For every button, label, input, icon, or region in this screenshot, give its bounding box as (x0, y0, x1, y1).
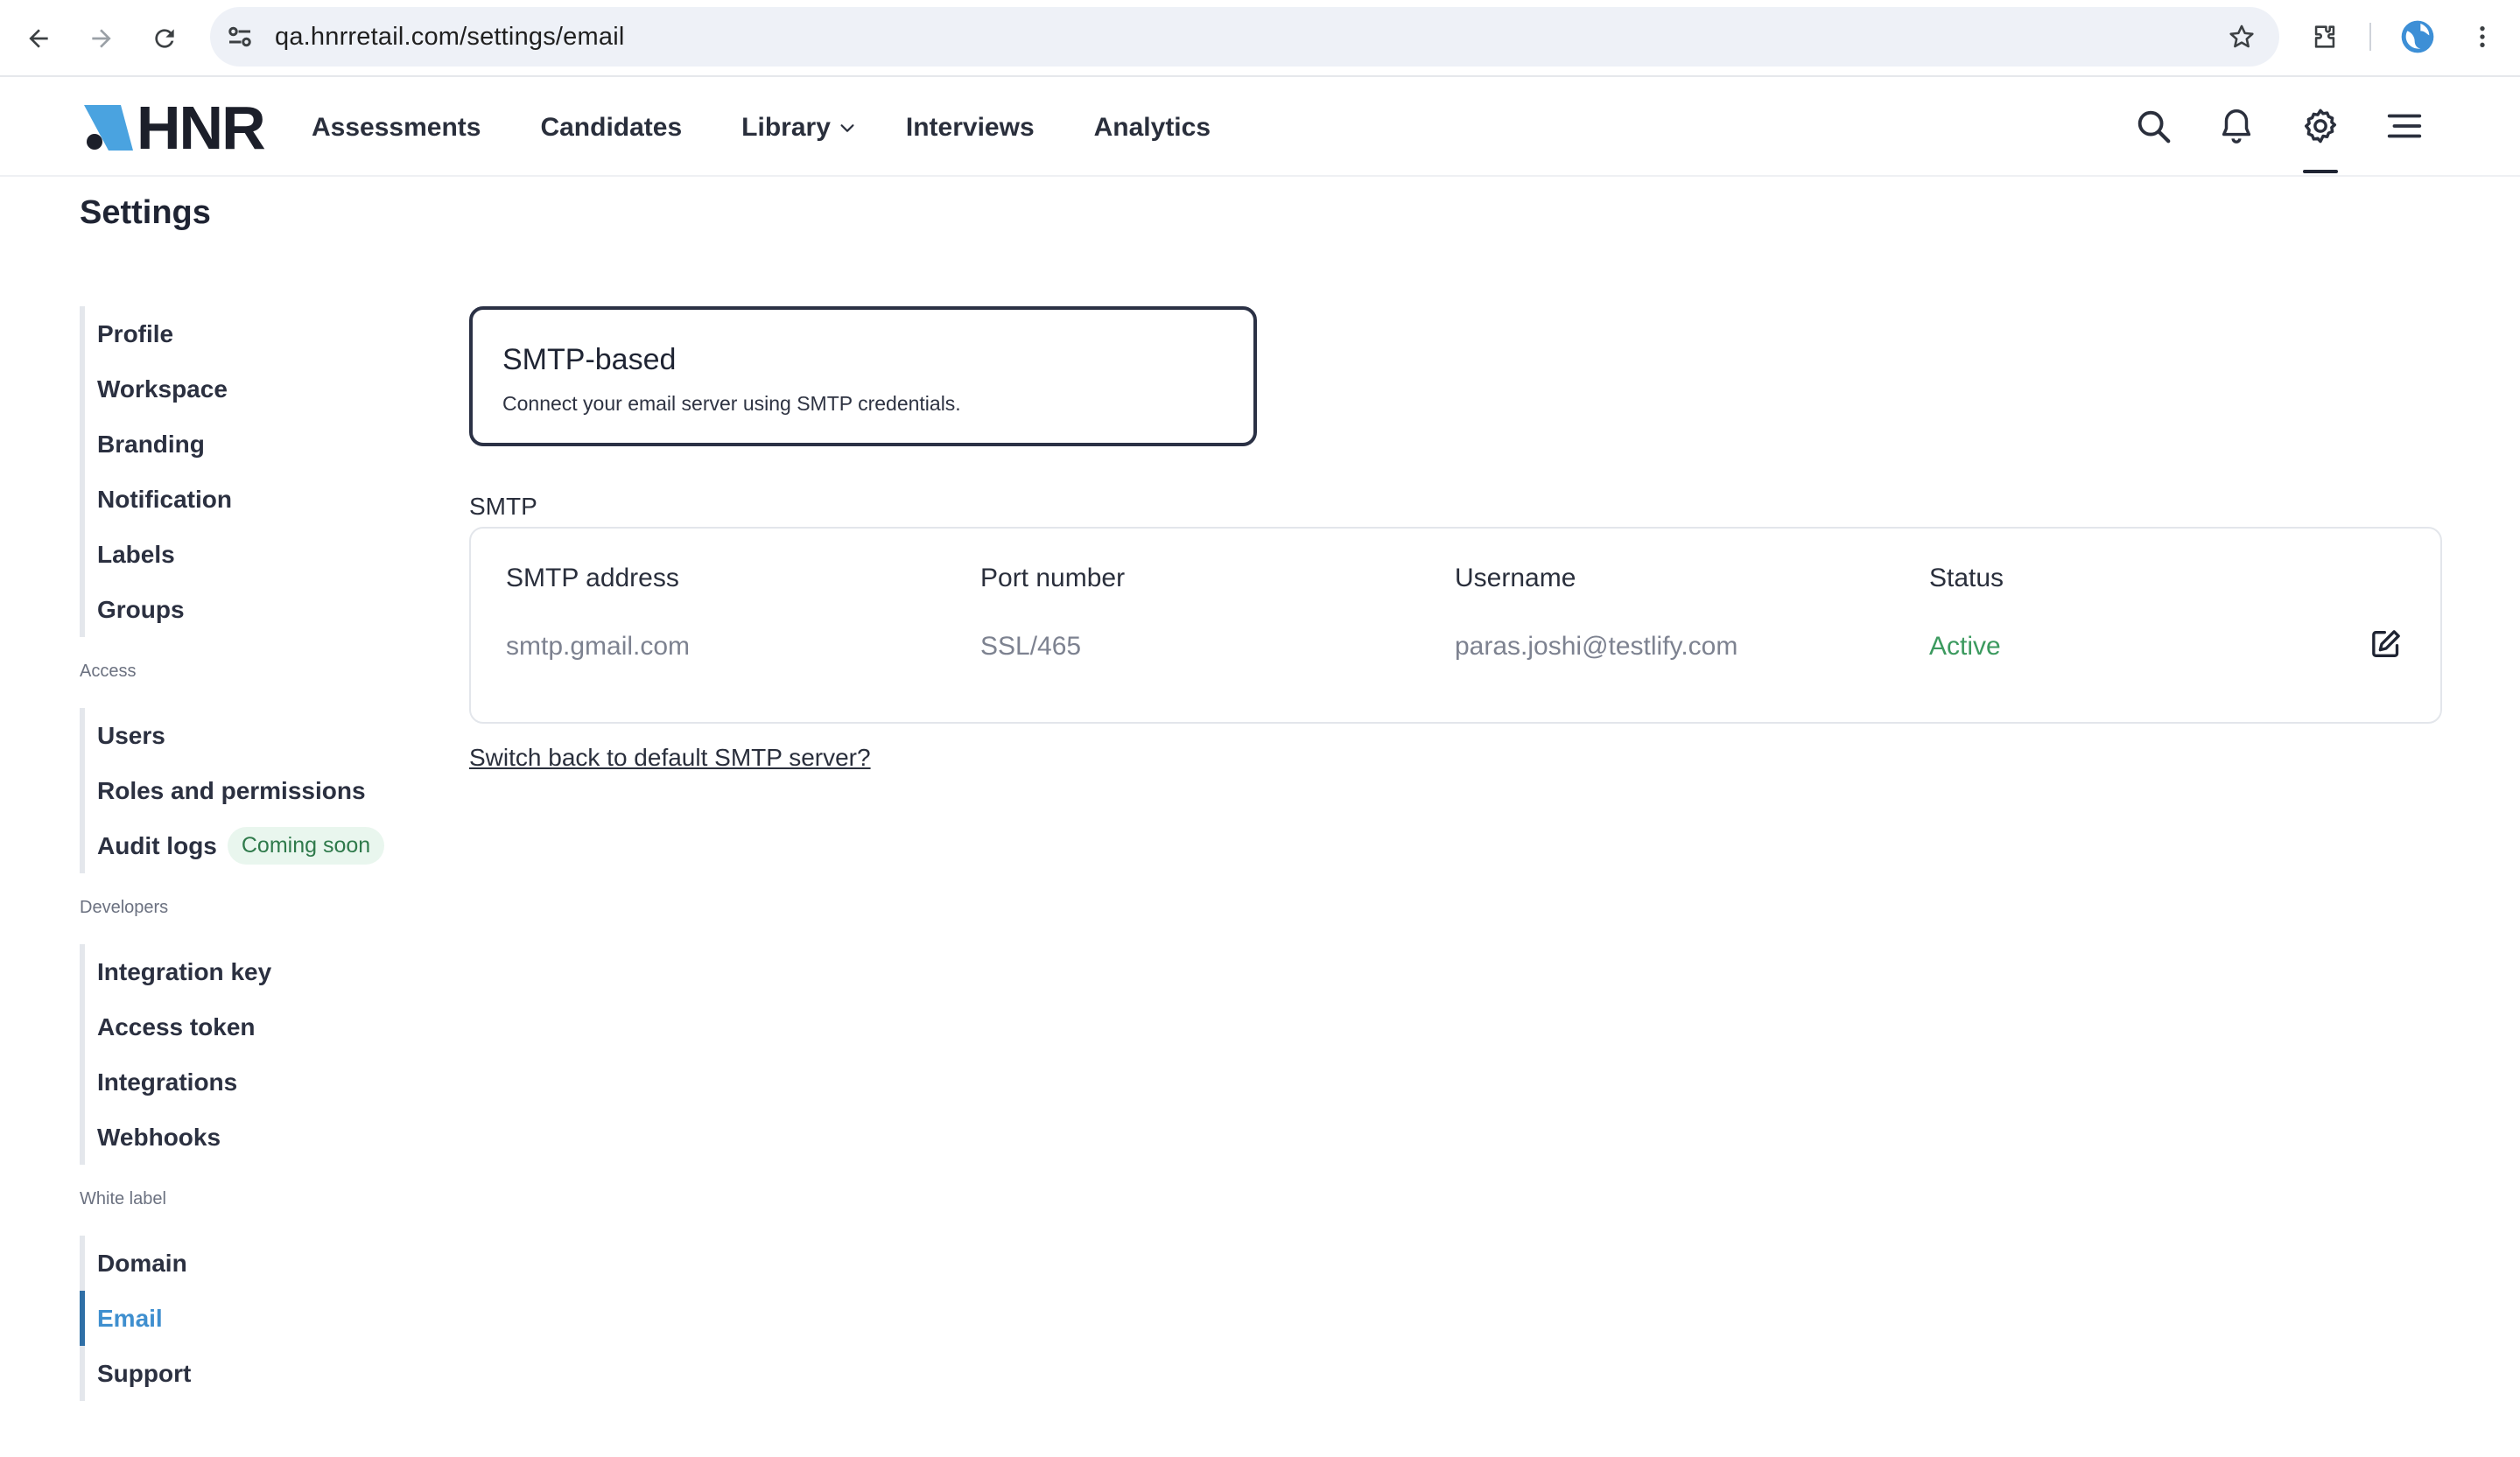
app-header: HNR Assessments Candidates Library Inter… (0, 79, 2520, 177)
sidebar-item-audit-logs-label: Audit logs (97, 831, 217, 859)
coming-soon-badge: Coming soon (227, 827, 385, 865)
bell-icon (2222, 109, 2251, 144)
menu-button[interactable] (2380, 102, 2429, 151)
notifications-button[interactable] (2212, 102, 2261, 151)
nav-assessments[interactable]: Assessments (312, 113, 481, 143)
settings-active-indicator (2303, 170, 2338, 173)
reload-icon (155, 29, 174, 48)
sidebar-group-general: Profile Workspace Branding Notification … (80, 306, 430, 637)
value-smtp-address: smtp.gmail.com (506, 632, 691, 661)
edit-icon[interactable] (2369, 627, 2404, 662)
avatar-icon (2401, 20, 2434, 53)
search-icon (2137, 110, 2171, 144)
settings-button[interactable] (2296, 102, 2345, 151)
sidebar-group-access: Users Roles and permissions Audit logs C… (80, 708, 430, 873)
nav-analytics[interactable]: Analytics (1094, 113, 1211, 143)
smtp-card-title: SMTP-based (502, 343, 677, 376)
puzzle-icon (2314, 25, 2335, 48)
sidebar-section-access: Access (80, 662, 137, 681)
switch-default-smtp-link[interactable]: Switch back to default SMTP server? (469, 744, 871, 772)
sidebar-item-labels[interactable]: Labels (85, 527, 430, 582)
sidebar-item-email[interactable]: Email (85, 1291, 430, 1346)
column-status: Status Active (1929, 564, 2004, 662)
search-button[interactable] (2129, 102, 2178, 151)
url-text[interactable]: qa.hnrretail.com/settings/email (275, 23, 624, 52)
sidebar-item-workspace[interactable]: Workspace (85, 361, 430, 417)
sidebar-section-developers: Developers (80, 898, 169, 917)
header-status: Status (1929, 564, 2004, 592)
value-port-number: SSL/465 (980, 632, 1082, 661)
sidebar-group-developers: Integration key Access token Integration… (80, 944, 430, 1165)
logo-mark-icon (84, 105, 133, 151)
profile-avatar[interactable] (2397, 16, 2439, 58)
sidebar-item-branding[interactable]: Branding (85, 417, 430, 472)
browser-toolbar: qa.hnrretail.com/settings/email (0, 0, 2520, 77)
header-username: Username (1455, 564, 1576, 592)
settings-sidebar: Profile Workspace Branding Notification … (80, 306, 430, 1401)
sidebar-item-notification[interactable]: Notification (85, 472, 430, 527)
column-username: Username paras.joshi@testlify.com (1455, 564, 1737, 662)
sidebar-item-roles[interactable]: Roles and permissions (85, 763, 430, 818)
sidebar-selected-indicator: Email (80, 1291, 430, 1346)
kebab-menu-icon (2480, 26, 2485, 47)
hamburger-menu-icon (2387, 114, 2422, 138)
logo-text: HNR (137, 94, 266, 162)
header-port-number: Port number (980, 564, 1126, 592)
site-settings-icon[interactable] (224, 21, 256, 53)
page-title: Settings (80, 194, 211, 231)
browser-menu-button[interactable] (2461, 16, 2503, 58)
hnr-logo[interactable]: HNR (82, 94, 266, 162)
address-bar[interactable]: qa.hnrretail.com/settings/email (210, 7, 2279, 67)
forward-button[interactable] (81, 18, 123, 60)
extensions-button[interactable] (2304, 16, 2346, 58)
nav-interviews[interactable]: Interviews (906, 113, 1035, 143)
arrow-left-icon (29, 29, 48, 48)
nav-library[interactable]: Library (741, 113, 857, 143)
back-button[interactable] (18, 18, 60, 60)
bookmark-star-icon[interactable] (2227, 22, 2257, 52)
column-port-number: Port number SSL/465 (980, 564, 1125, 662)
sidebar-item-access-token[interactable]: Access token (85, 999, 430, 1054)
arrow-right-icon (92, 29, 111, 48)
sidebar-item-webhooks[interactable]: Webhooks (85, 1110, 430, 1165)
reload-button[interactable] (144, 18, 186, 60)
nav-library-label: Library (741, 113, 831, 142)
toolbar-divider (2369, 23, 2371, 51)
smtp-details-table: SMTP address smtp.gmail.com Port number … (469, 527, 2442, 724)
sidebar-section-white-label: White label (80, 1189, 166, 1208)
sidebar-item-domain[interactable]: Domain (85, 1236, 430, 1291)
status-badge: Active (1929, 632, 2001, 661)
sidebar-item-profile[interactable]: Profile (85, 306, 430, 361)
nav-candidates[interactable]: Candidates (540, 113, 682, 143)
header-smtp-address: SMTP address (506, 564, 679, 592)
sidebar-item-integrations[interactable]: Integrations (85, 1054, 430, 1110)
sidebar-group-white-label: Domain Email Support (80, 1236, 430, 1401)
sidebar-item-integration-key[interactable]: Integration key (85, 944, 430, 999)
value-username: paras.joshi@testlify.com (1455, 632, 1738, 661)
main-nav: Assessments Candidates Library Interview… (312, 79, 1270, 177)
gear-icon (2304, 109, 2337, 144)
smtp-based-option-card[interactable]: SMTP-based Connect your email server usi… (469, 306, 1257, 446)
smtp-card-description: Connect your email server using SMTP cre… (502, 392, 961, 415)
chevron-down-icon (840, 124, 854, 132)
sidebar-item-support[interactable]: Support (85, 1346, 430, 1401)
smtp-section-label: SMTP (469, 493, 537, 520)
column-smtp-address: SMTP address smtp.gmail.com (506, 564, 690, 662)
sidebar-item-audit-logs[interactable]: Audit logs Coming soon (85, 818, 430, 873)
sidebar-item-users[interactable]: Users (85, 708, 430, 763)
sidebar-item-groups[interactable]: Groups (85, 582, 430, 637)
